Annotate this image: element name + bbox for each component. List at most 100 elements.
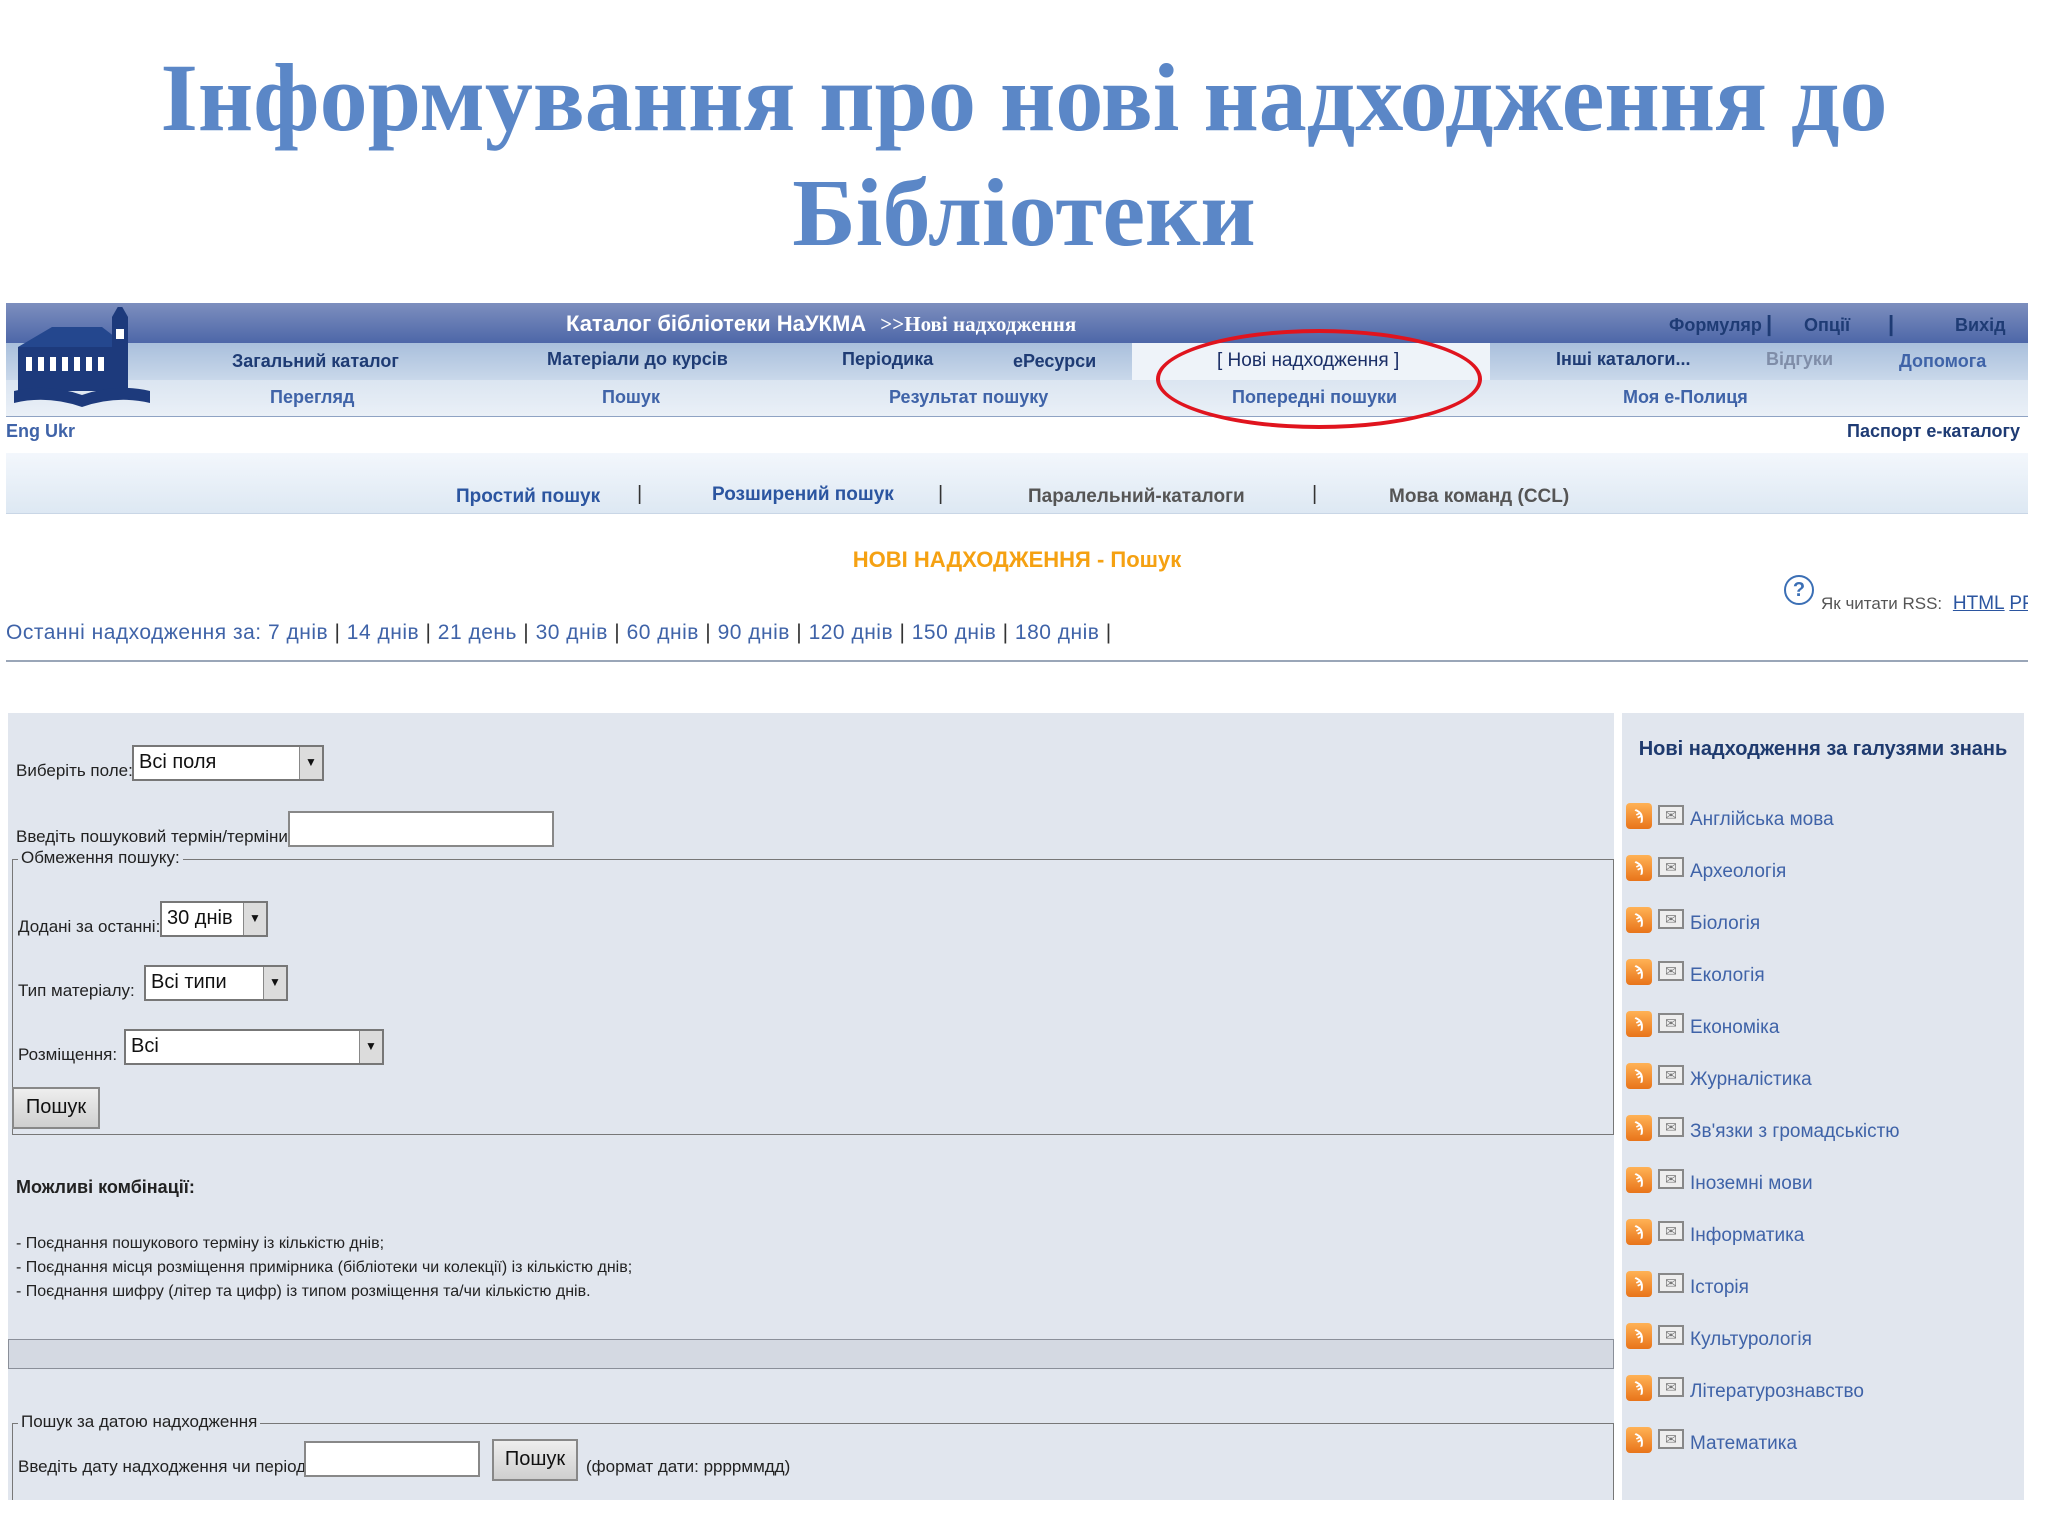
tab-eresources[interactable]: еРесурси xyxy=(1013,351,1096,372)
search-term-input[interactable] xyxy=(288,811,554,847)
top-link-exit[interactable]: Вихід xyxy=(1955,315,2006,336)
added-days-value: 30 днів xyxy=(167,907,233,929)
period-link[interactable]: 60 днів xyxy=(627,621,699,644)
highlight-ellipse xyxy=(1156,329,1482,429)
mail-icon[interactable]: ✉ xyxy=(1658,1325,1684,1345)
combination-item: - Поєднання місця розміщення примірника … xyxy=(16,1259,633,1276)
rss-icon[interactable]: ϡ xyxy=(1626,1323,1652,1349)
added-days-select[interactable]: 30 днів ▼ xyxy=(160,901,268,937)
mail-icon[interactable]: ✉ xyxy=(1658,1065,1684,1085)
chevron-down-icon: ▼ xyxy=(263,967,286,999)
material-type-select[interactable]: Всі типи ▼ xyxy=(144,965,288,1001)
tab-ccl[interactable]: Мова команд (CCL) xyxy=(1389,486,1569,508)
sidebar-item-label[interactable]: Літературознавство xyxy=(1690,1381,1864,1403)
mail-icon[interactable]: ✉ xyxy=(1658,1273,1684,1293)
tab-simple-search[interactable]: Простий пошук xyxy=(456,486,600,508)
slide-title-line1: Інформування про нові надходження до xyxy=(160,44,1888,151)
tab-periodicals[interactable]: Періодика xyxy=(842,349,933,370)
tab-help[interactable]: Допомога xyxy=(1899,351,1986,372)
sidebar-item-label[interactable]: Іноземні мови xyxy=(1690,1173,1813,1195)
sidebar-item-label[interactable]: Зв'язки з громадськістю xyxy=(1690,1121,1900,1143)
nav-search[interactable]: Пошук xyxy=(602,387,660,408)
period-link[interactable]: 90 днів xyxy=(718,621,790,644)
mail-icon[interactable]: ✉ xyxy=(1658,1117,1684,1137)
rss-icon[interactable]: ϡ xyxy=(1626,1219,1652,1245)
rss-icon[interactable]: ϡ xyxy=(1626,1167,1652,1193)
separator-bar xyxy=(8,1339,1614,1369)
breadcrumb: >>Нові надходження xyxy=(880,312,1077,336)
search-form-panel: Виберіть поле: Всі поля ▼ Введіть пошуко… xyxy=(8,713,1614,1500)
date-search-button[interactable]: Пошук xyxy=(492,1439,578,1481)
library-logo-icon xyxy=(14,307,150,407)
slide-title-line2: Бібліотеки xyxy=(792,159,1256,266)
combination-item: - Поєднання пошукового терміну із кількі… xyxy=(16,1235,385,1252)
tab-course-materials[interactable]: Матеріали до курсів xyxy=(547,349,728,370)
period-link[interactable]: 180 днів xyxy=(1015,621,1100,644)
top-link-formular[interactable]: Формуляр xyxy=(1669,315,1762,336)
mail-icon[interactable]: ✉ xyxy=(1658,805,1684,825)
tab-feedback[interactable]: Відгуки xyxy=(1766,349,1833,370)
rss-icon[interactable]: ϡ xyxy=(1626,1063,1652,1089)
nav-my-eshelf[interactable]: Моя е-Полиця xyxy=(1623,387,1748,408)
tab-general-catalog[interactable]: Загальний каталог xyxy=(232,351,399,372)
search-button[interactable]: Пошук xyxy=(12,1087,100,1129)
period-link[interactable]: 150 днів xyxy=(912,621,997,644)
language-switch[interactable]: Eng Ukr xyxy=(6,421,75,442)
chevron-down-icon: ▼ xyxy=(243,903,266,935)
sidebar-item-label[interactable]: Екологія xyxy=(1690,965,1765,987)
rss-icon[interactable]: ϡ xyxy=(1626,1271,1652,1297)
chevron-down-icon: ▼ xyxy=(299,747,322,779)
tab-advanced-search[interactable]: Розширений пошук xyxy=(712,484,894,506)
date-format-hint: (формат дати: ррррммдд) xyxy=(586,1457,791,1476)
lang-row xyxy=(6,417,2028,453)
sidebar-item-label[interactable]: Журналістика xyxy=(1690,1069,1812,1091)
period-link[interactable]: 14 днів xyxy=(347,621,419,644)
date-input[interactable] xyxy=(304,1441,480,1477)
rss-icon[interactable]: ϡ xyxy=(1626,1427,1652,1453)
subject-sidebar: Нові надходження за галузями знань ϡ ✉ Анг… xyxy=(1622,713,2024,1500)
rss-icon[interactable]: ϡ xyxy=(1626,959,1652,985)
nav-search-results[interactable]: Результат пошуку xyxy=(889,387,1048,408)
mail-icon[interactable]: ✉ xyxy=(1658,961,1684,981)
sidebar-item-label[interactable]: Історія xyxy=(1690,1277,1749,1299)
location-select[interactable]: Всі ▼ xyxy=(124,1029,384,1065)
rss-icon[interactable]: ϡ xyxy=(1626,907,1652,933)
catalog-passport-link[interactable]: Паспорт е-каталогу xyxy=(1847,421,2020,442)
mail-icon[interactable]: ✉ xyxy=(1658,1429,1684,1449)
rss-help-text: Як читати RSS: HTML PPS xyxy=(1821,593,2028,615)
location-value: Всі xyxy=(131,1035,159,1057)
sidebar-item-label[interactable]: Економіка xyxy=(1690,1017,1779,1039)
help-icon[interactable]: ? xyxy=(1784,575,1814,605)
rss-icon[interactable]: ϡ xyxy=(1626,1375,1652,1401)
rss-icon[interactable]: ϡ xyxy=(1626,1115,1652,1141)
top-link-options[interactable]: Опції xyxy=(1804,315,1850,336)
mail-icon[interactable]: ✉ xyxy=(1658,1013,1684,1033)
sidebar-item-label[interactable]: Біологія xyxy=(1690,913,1760,935)
sidebar-item-label[interactable]: Математика xyxy=(1690,1433,1797,1455)
rss-icon[interactable]: ϡ xyxy=(1626,1011,1652,1037)
sidebar-item-label[interactable]: Інформатика xyxy=(1690,1225,1804,1247)
nav-browse[interactable]: Перегляд xyxy=(270,387,354,408)
mail-icon[interactable]: ✉ xyxy=(1658,909,1684,929)
period-link[interactable]: 120 днів xyxy=(809,621,894,644)
tab-other-catalogs[interactable]: Інші каталоги... xyxy=(1556,349,1690,370)
field-select[interactable]: Всі поля ▼ xyxy=(132,745,324,781)
mail-icon[interactable]: ✉ xyxy=(1658,857,1684,877)
sidebar-item-label[interactable]: Англійська мова xyxy=(1690,809,1834,831)
rss-pps-link[interactable]: PPS xyxy=(2009,593,2028,614)
rss-icon[interactable]: ϡ xyxy=(1626,803,1652,829)
period-link[interactable]: 7 днів xyxy=(268,621,328,644)
mail-icon[interactable]: ✉ xyxy=(1658,1221,1684,1241)
mail-icon[interactable]: ✉ xyxy=(1658,1169,1684,1189)
period-link[interactable]: 21 день xyxy=(438,621,517,644)
period-link[interactable]: 30 днів xyxy=(536,621,608,644)
slide-title: Інформування про нові надходження до Біб… xyxy=(0,40,2048,270)
rss-html-link[interactable]: HTML xyxy=(1953,593,2005,614)
rss-icon[interactable]: ϡ xyxy=(1626,855,1652,881)
tab-parallel-catalogs[interactable]: Паралельний-каталоги xyxy=(1028,486,1245,508)
mail-icon[interactable]: ✉ xyxy=(1658,1377,1684,1397)
location-label: Розміщення: xyxy=(18,1045,118,1064)
sidebar-item-label[interactable]: Археологія xyxy=(1690,861,1786,883)
sidebar-item-label[interactable]: Культурологія xyxy=(1690,1329,1812,1351)
catalog-screenshot: Каталог бібліотеки НаУКМА >>Нові надходж… xyxy=(6,303,2028,1500)
